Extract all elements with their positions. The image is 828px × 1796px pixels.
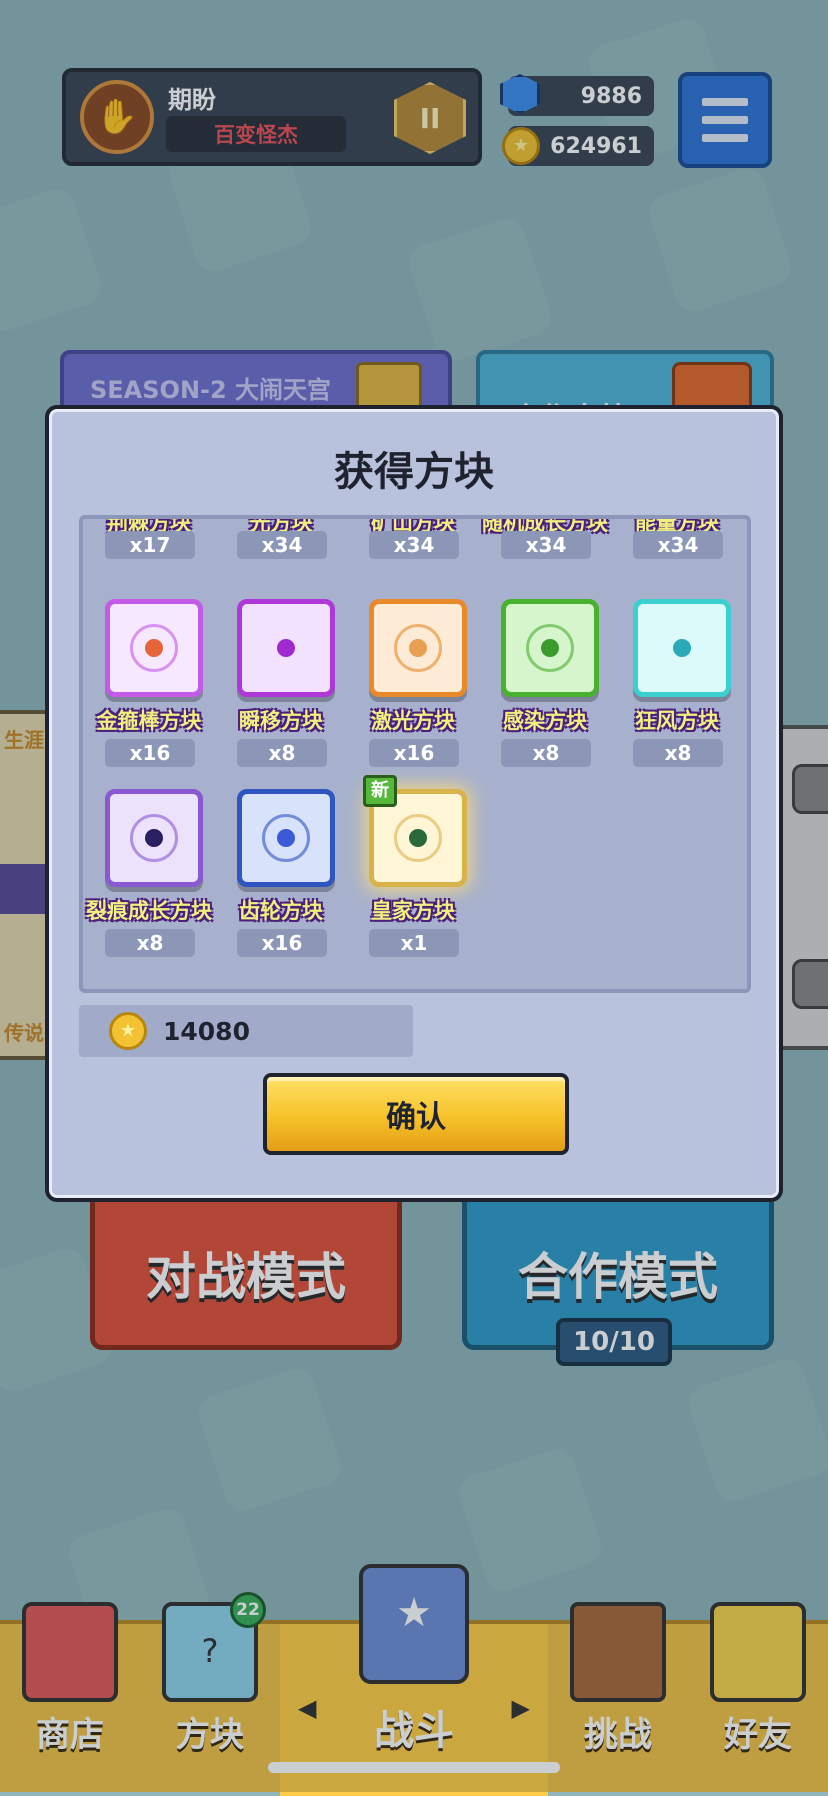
infection-block-icon [501,599,599,697]
reward-count: x1 [369,929,459,957]
reward-count: x16 [369,739,459,767]
reward-count: x8 [633,739,723,767]
reward-count: x17 [105,531,195,559]
reward-count: x34 [237,531,327,559]
reward-count: x8 [237,739,327,767]
reward-dialog: 获得方块 荆棘方块 x17 光方块 x34 矿山方块 x34 随机成长方块 x3… [45,405,783,1202]
reward-name: 狂风方块 [635,709,719,733]
reward-count: x16 [105,739,195,767]
teleport-block-icon [237,599,335,697]
golden-staff-block-icon [105,599,203,697]
reward-count: x8 [105,929,195,957]
reward-grid[interactable]: 荆棘方块 x17 光方块 x34 矿山方块 x34 随机成长方块 x34 能量方… [79,515,751,993]
coin-icon: ★ [109,1012,147,1050]
reward-count: x8 [501,739,591,767]
new-badge: 新 [363,775,397,807]
dialog-title: 获得方块 [334,449,494,495]
reward-count: x34 [633,531,723,559]
gear-block-icon [237,789,335,887]
reward-coin-amount: 14080 [163,1017,250,1046]
gale-block-icon [633,599,731,697]
laser-block-icon [369,599,467,697]
reward-coin-row: ★ 14080 [79,1005,413,1057]
reward-count: x16 [237,929,327,957]
crack-growth-block-icon [105,789,203,887]
confirm-button[interactable]: 确认 [263,1073,569,1155]
reward-count: x34 [369,531,459,559]
reward-count: x34 [501,531,591,559]
reward-name: 皇家方块 [371,899,455,923]
